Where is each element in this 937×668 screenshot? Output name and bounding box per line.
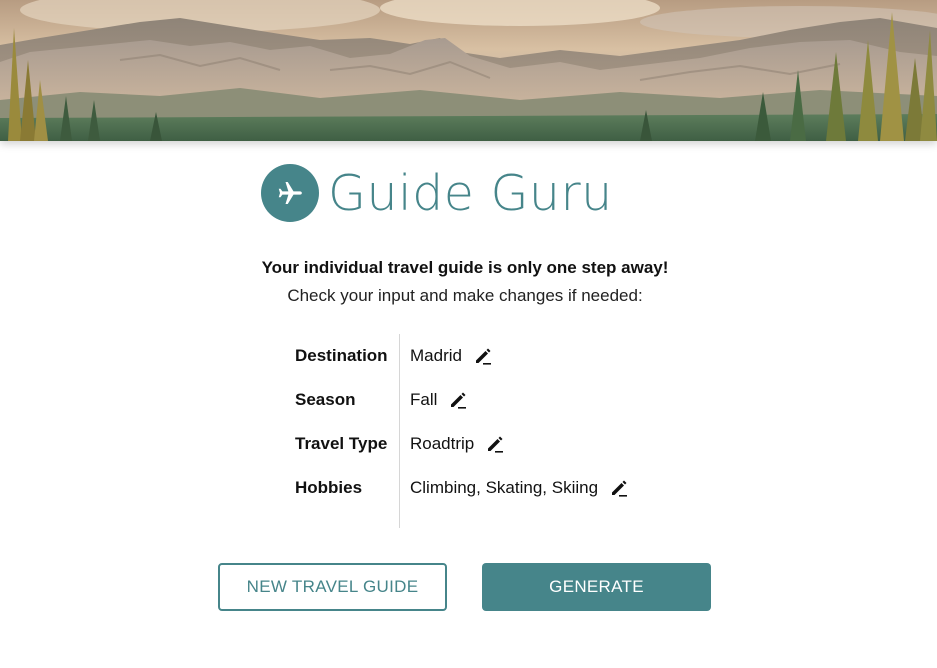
row-value-wrap: Roadtrip bbox=[400, 434, 505, 454]
row-value: Climbing, Skating, Skiing bbox=[410, 478, 599, 497]
logo-badge bbox=[261, 164, 319, 222]
generate-button[interactable]: GENERATE bbox=[482, 563, 711, 611]
row-value-wrap: Madrid bbox=[400, 346, 493, 366]
summary-row-hobbies: Hobbies Climbing, Skating, Skiing bbox=[288, 473, 688, 503]
pencil-edit-icon[interactable] bbox=[473, 346, 493, 366]
row-label: Hobbies bbox=[295, 478, 363, 497]
summary-row-season: Season Fall bbox=[288, 385, 688, 415]
pencil-edit-icon[interactable] bbox=[609, 478, 629, 498]
pencil-edit-icon[interactable] bbox=[485, 434, 505, 454]
row-value-wrap: Fall bbox=[400, 390, 468, 410]
logo-text: Guide Guru bbox=[328, 164, 613, 222]
mountain-landscape-image bbox=[0, 0, 937, 141]
row-label: Season bbox=[295, 390, 356, 409]
row-value: Madrid bbox=[410, 346, 462, 365]
logo: Guide Guru bbox=[261, 163, 613, 223]
intro-subtitle: Check your input and make changes if nee… bbox=[287, 286, 643, 305]
pencil-edit-icon[interactable] bbox=[448, 390, 468, 410]
airplane-icon bbox=[278, 182, 302, 204]
hero-banner bbox=[0, 0, 937, 141]
row-value-wrap: Climbing, Skating, Skiing bbox=[400, 478, 629, 498]
summary-row-travel-type: Travel Type Roadtrip bbox=[288, 429, 688, 459]
summary-table: Destination Madrid Season Fall Travel Ty… bbox=[288, 334, 688, 528]
row-value: Fall bbox=[410, 390, 438, 409]
summary-row-destination: Destination Madrid bbox=[288, 341, 688, 371]
intro-title: Your individual travel guide is only one… bbox=[261, 258, 669, 277]
row-value: Roadtrip bbox=[410, 434, 475, 453]
page: Guide Guru Your individual travel guide … bbox=[0, 0, 937, 668]
row-label: Travel Type bbox=[295, 434, 388, 453]
row-label: Destination bbox=[295, 346, 388, 365]
new-travel-guide-button[interactable]: NEW TRAVEL GUIDE bbox=[218, 563, 447, 611]
